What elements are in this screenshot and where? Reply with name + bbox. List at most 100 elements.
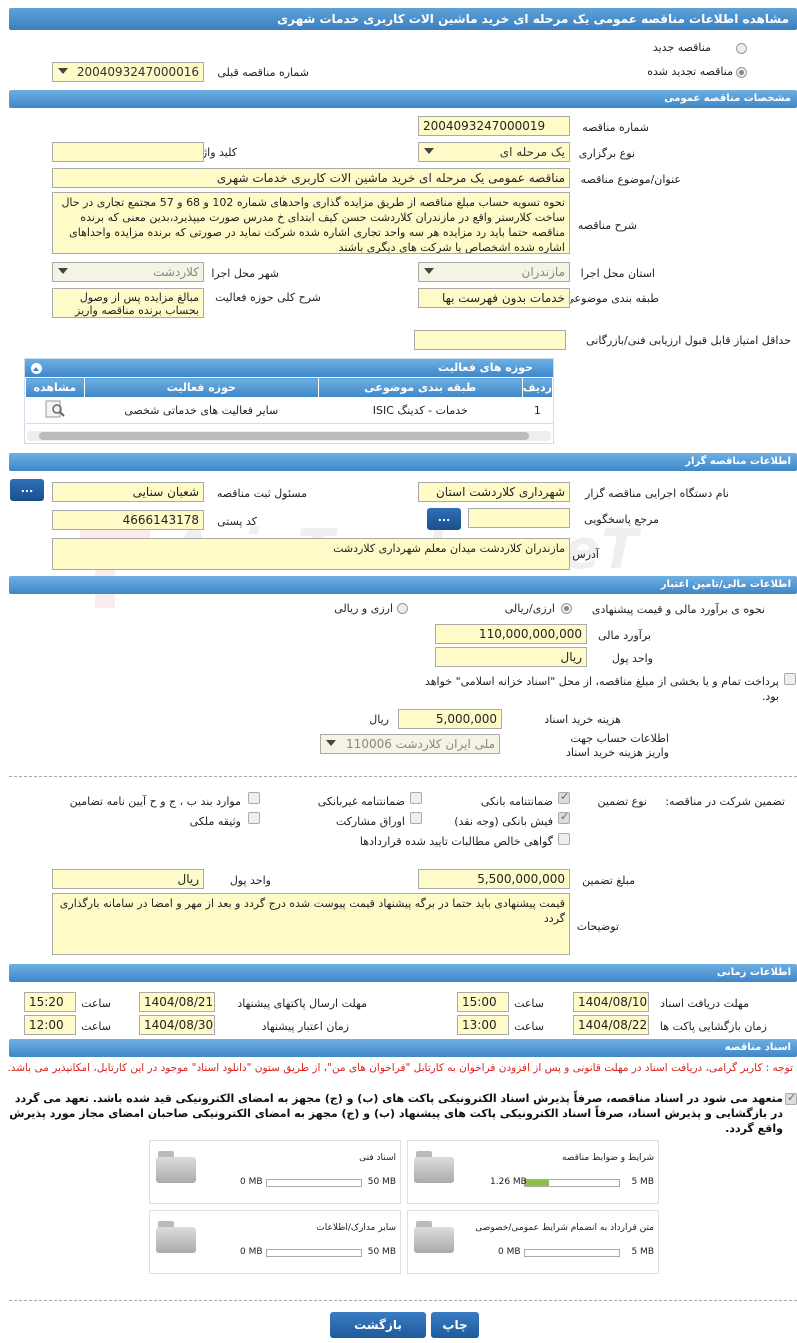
activities-header-row: ردیف طبقه بندی موضوعی حوزه فعالیت مشاهده — [25, 377, 554, 398]
renewed-tender-radio[interactable] — [736, 67, 747, 78]
postal-label: کد پستی — [217, 515, 257, 528]
activities-header: حوزه های فعالیت — [25, 359, 553, 377]
fx-rial-radio[interactable] — [397, 603, 408, 614]
estimate-field: 110,000,000,000 — [435, 624, 587, 644]
islamic-treasury-checkbox[interactable] — [784, 673, 796, 685]
file-max: 5 MB — [631, 1247, 654, 1257]
rial-radio[interactable] — [561, 603, 572, 614]
collapse-icon[interactable] — [31, 363, 42, 374]
dl-time-field: 15:00 — [457, 992, 509, 1012]
doc-cost-label: هزینه خرید اسناد — [544, 713, 621, 726]
category-label: طبقه بندی موضوعی — [565, 292, 659, 305]
send-date-field: 1404/08/21 — [139, 992, 215, 1012]
dl-date-field: 1404/08/10 — [573, 992, 649, 1012]
file-size: 0 MB — [498, 1247, 521, 1257]
doc-cost-field: 5,000,000 — [398, 709, 502, 729]
valid-time-field: 12:00 — [24, 1015, 76, 1035]
guarantee-unit-label: واحد پول — [229, 874, 271, 887]
col-header: حوزه فعالیت — [83, 377, 319, 398]
open-date-field: 1404/08/22 — [573, 1015, 649, 1035]
valid-time-label: ساعت — [81, 1020, 111, 1033]
print-button[interactable]: چاپ — [431, 1312, 479, 1338]
scope-field: مبالغ مزایده پس از وصول بحساب برنده مناق… — [52, 288, 204, 318]
row-category: خدمات - کدینگ ISIC — [318, 397, 523, 424]
open-label: زمان بازگشایی پاکت ها — [659, 1020, 767, 1033]
resp-field: شعبان سنایی — [52, 482, 204, 502]
file-name: شرایط و ضوابط مناقصه — [561, 1153, 654, 1163]
activities-panel: حوزه های فعالیت ردیف طبقه بندی موضوعی حو… — [24, 358, 554, 444]
guarantee-unit-field: ریال — [52, 869, 204, 889]
file-box[interactable]: اسناد فنی 50 MB 0 MB — [149, 1140, 401, 1204]
bylaw-items-label: موارد بند ب ، ج و ح آیین نامه تضامین — [69, 795, 241, 808]
organizer-header: اطلاعات مناقصه گزار — [9, 453, 797, 471]
doc-cost-unit: ریال — [369, 713, 389, 726]
subject-field: مناقصه عمومی یک مرحله ای خرید ماشین الات… — [52, 168, 570, 188]
type-select: یک مرحله ای — [418, 142, 570, 162]
file-box[interactable]: شرایط و ضوابط مناقصه 5 MB 1.26 MB — [407, 1140, 659, 1204]
folder-icon — [156, 1221, 196, 1255]
cash-receipt-label: فیش بانکی (وجه نقد) — [454, 815, 553, 828]
commit-text: متعهد می شود در اسناد مناقصه، صرفاً پذیر… — [9, 1092, 783, 1135]
islamic-treasury-label: پرداخت تمام و یا بخشی از مبلغ مناقصه، از… — [424, 675, 779, 703]
docs-header: اسناد مناقصه — [9, 1039, 797, 1057]
file-progress-bar — [524, 1249, 620, 1257]
dl-time-label: ساعت — [514, 997, 544, 1010]
property-collateral-checkbox — [248, 812, 260, 824]
general-header: مشخصات مناقصه عمومی — [9, 90, 797, 108]
send-label: مهلت ارسال پاکتهای پیشنهاد — [237, 997, 367, 1010]
scope-label: شرح کلی حوزه فعالیت — [215, 291, 321, 304]
renewed-tender-label: مناقصه تجدید شده — [647, 65, 733, 78]
file-name: متن قرارداد به انضمام شرایط عمومی/خصوصی — [475, 1223, 654, 1233]
subject-label: عنوان/موضوع مناقصه — [580, 173, 681, 186]
bank-guarantee-checkbox — [558, 790, 570, 804]
open-time-label: ساعت — [514, 1020, 544, 1033]
amount-field: 5,500,000,000 — [418, 869, 570, 889]
file-box[interactable]: سایر مدارک/اطلاعات 50 MB 0 MB — [149, 1210, 401, 1274]
nonbank-guarantee-checkbox — [410, 792, 422, 804]
min-score-label: حداقل امتیاز قابل قبول ارزیابی فنی/بازرگ… — [586, 334, 791, 347]
view-cell — [25, 397, 85, 424]
prev-number-select[interactable]: 2004093247000016 — [52, 62, 204, 82]
nonbank-guarantee-label: ضمانتنامه غیربانکی — [317, 795, 405, 808]
fx-rial-label: ارزی و ریالی — [334, 602, 393, 615]
horizontal-scrollbar[interactable] — [27, 431, 551, 441]
file-name: اسناد فنی — [359, 1153, 396, 1163]
magnifier-view-icon[interactable] — [44, 399, 66, 419]
rial-label: ارزی/ریالی — [504, 602, 555, 615]
divider — [9, 1300, 797, 1301]
type-label: نوع برگزاری — [578, 147, 635, 160]
file-max: 5 MB — [631, 1177, 654, 1187]
ref-lookup-button[interactable]: ... — [427, 508, 461, 530]
file-size: 0 MB — [240, 1177, 263, 1187]
notes-field: قیمت پیشنهادی باید حتما در برگه پیشنهاد … — [52, 893, 570, 955]
back-button[interactable]: بازگشت — [330, 1312, 426, 1338]
folder-icon — [414, 1221, 454, 1255]
file-box[interactable]: متن قرارداد به انضمام شرایط عمومی/خصوصی … — [407, 1210, 659, 1274]
guarantee-type-label: نوع تضمین — [597, 795, 647, 808]
unit-field: ریال — [435, 647, 587, 667]
valid-label: زمان اعتبار پیشنهاد — [261, 1020, 349, 1033]
file-progress-bar — [524, 1179, 620, 1187]
desc-field: نحوه تسویه حساب مبلغ مناقصه از طریق مزای… — [52, 192, 570, 254]
row-area: سایر فعالیت های خدماتی شخصی — [84, 397, 319, 424]
divider — [9, 776, 797, 777]
account-label: اطلاعات حساب جهت واریز هزینه خرید اسناد — [566, 732, 669, 759]
account-select[interactable]: ملی ایران کلاردشت 110006 — [320, 734, 500, 754]
folder-icon — [156, 1151, 196, 1185]
new-tender-radio[interactable] — [736, 43, 747, 54]
file-name: سایر مدارک/اطلاعات — [316, 1223, 396, 1233]
province-select: مازندران — [418, 262, 570, 282]
keyword-field — [52, 142, 204, 162]
postal-field: 4666143178 — [52, 510, 204, 530]
file-progress-bar — [266, 1249, 362, 1257]
send-time-label: ساعت — [81, 997, 111, 1010]
finance-header: اطلاعات مالی/تامین اعتبار — [9, 576, 797, 594]
chevron-down-icon — [326, 740, 336, 746]
method-label: نحوه ی برآورد مالی و قیمت پیشنهادی — [591, 603, 765, 616]
bonds-checkbox — [410, 812, 422, 824]
unit-label: واحد پول — [611, 652, 653, 665]
bylaw-items-checkbox — [248, 792, 260, 804]
commit-checkbox — [785, 1091, 797, 1105]
resp-lookup-button[interactable]: ... — [10, 479, 44, 501]
page-title: مشاهده اطلاعات مناقصه عمومی یک مرحله ای … — [9, 8, 797, 30]
